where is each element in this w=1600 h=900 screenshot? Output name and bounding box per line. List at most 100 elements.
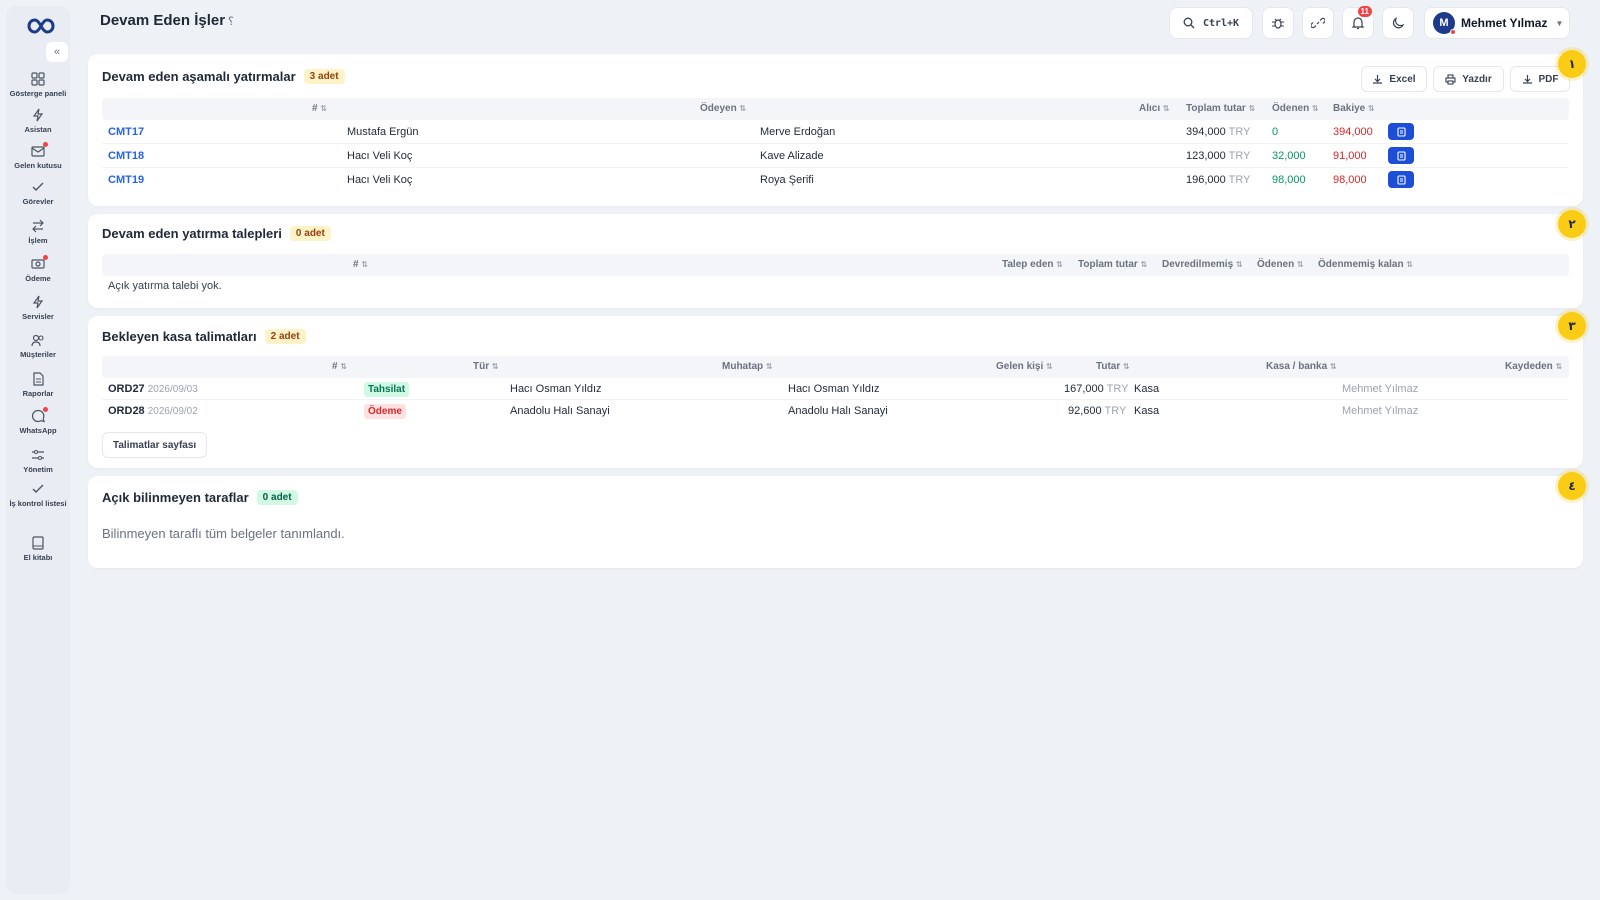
payer-cell: Hacı Veli Koç <box>347 150 413 162</box>
sidebar-item-management[interactable]: Yönetim <box>6 448 70 480</box>
paid-cell: 32,000 <box>1272 150 1306 162</box>
sidebar-item-customers[interactable]: Müşteriler <box>6 333 70 365</box>
chevron-down-icon: ▼ <box>1555 18 1564 28</box>
sidebar-item-label: Görevler <box>22 197 54 206</box>
column-header-unpaid[interactable]: Ödenmemiş kalan ⇅ <box>1318 259 1413 270</box>
sidebar-item-label: Gösterge paneli <box>9 89 67 98</box>
print-button[interactable]: Yazdır <box>1433 66 1504 92</box>
amount: 167,000 <box>1064 383 1104 395</box>
document-icon <box>1396 150 1406 161</box>
sidebar-item-label: Raporlar <box>22 389 54 398</box>
row-id-link[interactable]: CMT17 <box>108 126 144 138</box>
sidebar-item-label: Servisler <box>22 312 54 321</box>
count-badge: 0 adet <box>256 490 298 505</box>
sort-icon: ⇅ <box>491 362 499 371</box>
sidebar-item-transaction[interactable]: İşlem <box>6 219 70 251</box>
step-badge: ١ <box>1558 50 1586 78</box>
sidebar-item-handbook[interactable]: El kitabı <box>6 536 70 568</box>
order-id: ORD28 <box>108 405 145 417</box>
search-button[interactable]: Ctrl+K <box>1169 7 1253 39</box>
sidebar-item-whatsapp[interactable]: WhatsApp <box>6 407 70 441</box>
column-header-balance[interactable]: Bakiye ⇅ <box>1333 103 1375 114</box>
total-cell: 123,000 TRY <box>1186 150 1250 162</box>
section-title: Devam eden aşamalı yatırmalar 3 adet <box>102 69 345 84</box>
sidebar-item-tasks[interactable]: Görevler <box>6 180 70 212</box>
link-button[interactable] <box>1302 7 1334 39</box>
column-header-total[interactable]: Toplam tutar ⇅ <box>1078 259 1147 270</box>
instructions-page-button[interactable]: Talimatlar sayfası <box>102 432 208 458</box>
section-title: Devam eden yatırma talepleri 0 adet <box>102 226 331 241</box>
order-id-cell[interactable]: ORD27 2026/09/03 <box>108 383 198 395</box>
sort-icon: ⇅ <box>765 362 773 371</box>
column-header-amount[interactable]: Tutar ⇅ <box>1096 361 1130 372</box>
sidebar-item-dashboard[interactable]: Gösterge paneli <box>6 72 70 104</box>
count-badge: 0 adet <box>289 226 331 241</box>
download-icon <box>1522 74 1532 84</box>
column-header-account[interactable]: Kasa / banka ⇅ <box>1266 361 1337 372</box>
column-header-requester[interactable]: Talep eden ⇅ <box>1002 259 1063 270</box>
infinity-logo-icon[interactable] <box>20 14 56 38</box>
bug-icon <box>1272 18 1284 29</box>
column-header-id[interactable]: # ⇅ <box>353 259 368 270</box>
section-title-text: Açık bilinmeyen taraflar <box>102 490 249 505</box>
link-icon <box>1311 17 1325 29</box>
column-header-id[interactable]: # ⇅ <box>312 103 327 114</box>
document-icon <box>1396 126 1406 137</box>
balance-cell: 91,000 <box>1333 150 1367 162</box>
sort-icon: ⇅ <box>340 362 348 371</box>
sidebar-item-assistant[interactable]: Asistan <box>6 108 70 140</box>
sidebar-item-label: İşlem <box>28 236 48 245</box>
sort-icon: ⇅ <box>1046 362 1053 371</box>
user-menu-button[interactable]: M Mehmet Yılmaz ▼ <box>1424 7 1570 39</box>
column-header-type[interactable]: Tür ⇅ <box>473 361 499 372</box>
transfer-icon <box>32 219 44 233</box>
notification-count-badge: 11 <box>1357 6 1372 17</box>
collapse-sidebar-button[interactable]: « <box>46 42 68 62</box>
view-document-button[interactable] <box>1388 147 1414 164</box>
column-header-total[interactable]: Toplam tutar ⇅ <box>1186 103 1255 114</box>
column-header-paid[interactable]: Ödenen ⇅ <box>1272 103 1319 114</box>
sidebar-item-inbox[interactable]: Gelen kutusu <box>6 142 70 176</box>
column-header-recorder[interactable]: Kaydeden ⇅ <box>1505 361 1562 372</box>
view-document-button[interactable] <box>1388 123 1414 140</box>
export-excel-button[interactable]: Excel <box>1361 66 1427 92</box>
section-title-text: Bekleyen kasa talimatları <box>102 329 257 344</box>
order-id-cell[interactable]: ORD28 2026/09/02 <box>108 405 198 417</box>
column-header-paid[interactable]: Ödenen ⇅ <box>1257 259 1304 270</box>
column-header-label: Toplam tutar <box>1078 259 1138 270</box>
row-id-link[interactable]: CMT19 <box>108 174 144 186</box>
debug-button[interactable] <box>1262 7 1294 39</box>
sidebar-item-checklist[interactable]: İş kontrol listesi <box>6 482 70 514</box>
column-header-untransferred[interactable]: Devredilmemiş ⇅ <box>1162 259 1243 270</box>
row-id-link[interactable]: CMT18 <box>108 150 144 162</box>
view-document-button[interactable] <box>1388 171 1414 188</box>
theme-toggle-button[interactable] <box>1382 7 1414 39</box>
column-header-payer[interactable]: Ödeyen ⇅ <box>700 103 746 114</box>
sidebar-item-label: WhatsApp <box>19 426 57 435</box>
column-header-counterparty[interactable]: Muhatap ⇅ <box>722 361 773 372</box>
sidebar-item-reports[interactable]: Raporlar <box>6 372 70 404</box>
column-header-id[interactable]: # ⇅ <box>332 361 347 372</box>
sort-icon: ⇅ <box>1162 104 1170 113</box>
chat-icon <box>31 407 48 423</box>
check-icon <box>32 182 44 191</box>
notifications-button[interactable]: 11 <box>1342 6 1374 39</box>
table-header: # ⇅ Tür ⇅ Muhatap ⇅ Gelen kişi ⇅ Tutar ⇅… <box>102 356 1569 378</box>
currency: TRY <box>1228 174 1251 186</box>
column-header-label: # <box>353 259 359 270</box>
chevron-double-left-icon: « <box>53 46 61 58</box>
sidebar-item-label: Müşteriler <box>20 350 56 359</box>
excel-label: Excel <box>1389 73 1416 85</box>
cash-instructions-card: Bekleyen kasa talimatları 2 adet ٣ # ⇅ T… <box>88 312 1586 468</box>
sidebar-item-services[interactable]: Servisler <box>6 295 70 327</box>
sidebar-item-payment[interactable]: Ödeme <box>6 255 70 289</box>
empty-table-message: Açık yatırma talebi yok. <box>108 280 222 292</box>
column-header-receiver[interactable]: Gelen kişi ⇅ <box>996 361 1053 372</box>
recorder-cell: Mehmet Yılmaz <box>1342 383 1419 395</box>
payer-cell: Mustafa Ergün <box>347 126 419 138</box>
help-icon[interactable]: ؟ <box>228 15 234 28</box>
column-header-label: Ödenmemiş kalan <box>1318 259 1404 270</box>
column-header-recipient[interactable]: Alıcı ⇅ <box>1139 103 1170 114</box>
currency: TRY <box>1106 383 1129 395</box>
download-icon <box>1373 74 1383 84</box>
